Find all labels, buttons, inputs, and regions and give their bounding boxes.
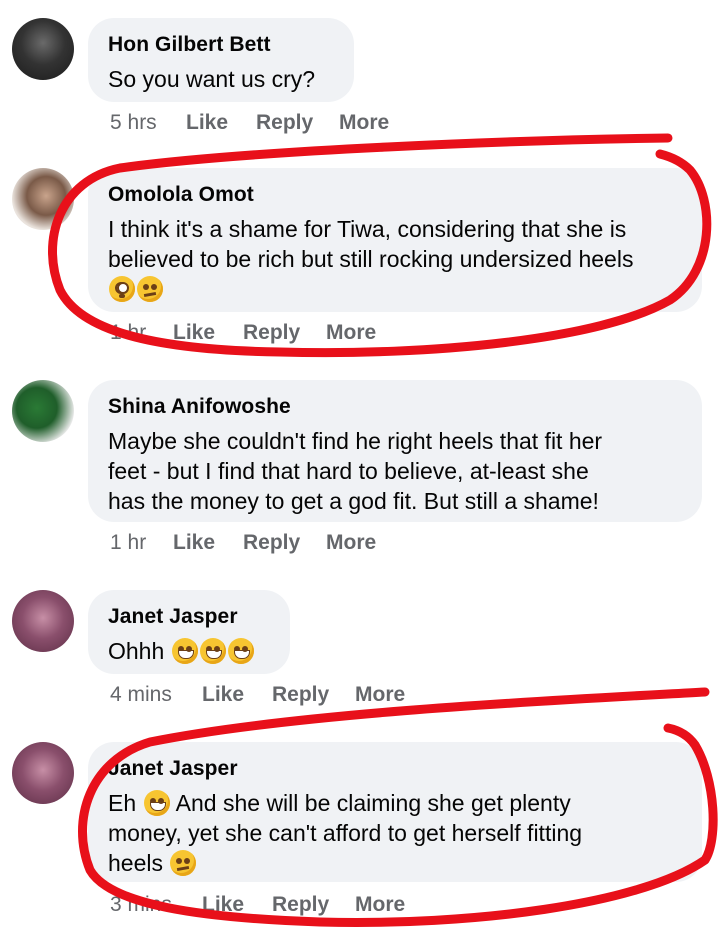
like-button[interactable]: Like bbox=[173, 531, 243, 555]
like-button[interactable]: Like bbox=[202, 893, 272, 917]
comment-author[interactable]: Hon Gilbert Bett bbox=[108, 32, 334, 58]
thinking-face-icon bbox=[137, 276, 163, 302]
comment-text-word: Eh bbox=[108, 790, 137, 816]
comment-bubble: Omolola Omot I think it's a shame for Ti… bbox=[88, 168, 702, 312]
comment-text-word: Ohhh bbox=[108, 638, 165, 664]
comment-text: So you want us cry? bbox=[108, 66, 316, 92]
grinning-sweat-icon bbox=[227, 638, 254, 664]
comment-actions: 1 hr Like Reply More bbox=[110, 321, 376, 345]
avatar[interactable] bbox=[12, 380, 74, 442]
more-button[interactable]: More bbox=[355, 683, 405, 707]
comment-actions: 4 mins Like Reply More bbox=[110, 683, 405, 707]
like-button[interactable]: Like bbox=[186, 111, 256, 135]
comment-text: Eh And she will be claiming she get plen… bbox=[108, 788, 682, 878]
comment-text-line: money, yet she can't afford to get herse… bbox=[108, 820, 583, 846]
reply-button[interactable]: Reply bbox=[272, 683, 355, 707]
avatar[interactable] bbox=[12, 168, 74, 230]
comment-time[interactable]: 5 hrs bbox=[110, 111, 186, 135]
reply-button[interactable]: Reply bbox=[243, 321, 326, 345]
grinning-sweat-icon bbox=[143, 790, 170, 816]
comment-author[interactable]: Janet Jasper bbox=[108, 604, 270, 630]
comment-bubble: Shina Anifowoshe Maybe she couldn't find… bbox=[88, 380, 702, 522]
comment-text-line: heels bbox=[108, 848, 682, 878]
comment-author[interactable]: Omolola Omot bbox=[108, 182, 682, 208]
comment-time[interactable]: 3 mins bbox=[110, 893, 202, 917]
comment-text: I think it's a shame for Tiwa, consideri… bbox=[108, 214, 682, 304]
grinning-sweat-icon bbox=[199, 638, 226, 664]
comment-actions: 5 hrs Like Reply More bbox=[110, 111, 389, 135]
comment-text-line: has the money to get a god fit. But stil… bbox=[108, 488, 599, 514]
comment-text-line: Eh And she will be claiming she get plen… bbox=[108, 788, 682, 818]
emoji-row bbox=[108, 274, 682, 304]
reply-button[interactable]: Reply bbox=[272, 893, 355, 917]
avatar[interactable] bbox=[12, 18, 74, 80]
comment-text: Ohhh bbox=[108, 636, 270, 666]
comment-time[interactable]: 1 hr bbox=[110, 531, 173, 555]
grinning-sweat-icon bbox=[171, 638, 198, 664]
comment-text-line: believed to be rich but still rocking un… bbox=[108, 246, 634, 272]
comment-bubble: Janet Jasper Eh And she will be claiming… bbox=[88, 742, 702, 882]
comment-author[interactable]: Shina Anifowoshe bbox=[108, 394, 682, 420]
comment-time[interactable]: 1 hr bbox=[110, 321, 173, 345]
avatar[interactable] bbox=[12, 590, 74, 652]
comment-time[interactable]: 4 mins bbox=[110, 683, 202, 707]
like-button[interactable]: Like bbox=[202, 683, 272, 707]
more-button[interactable]: More bbox=[326, 321, 376, 345]
more-button[interactable]: More bbox=[355, 893, 405, 917]
comment-bubble: Janet Jasper Ohhh bbox=[88, 590, 290, 674]
more-button[interactable]: More bbox=[339, 111, 389, 135]
thinking-face-icon bbox=[170, 850, 197, 876]
comment-bubble: Hon Gilbert Bett So you want us cry? bbox=[88, 18, 354, 102]
comment-text: Maybe she couldn't find he right heels t… bbox=[108, 426, 682, 516]
comment-text-line: Maybe she couldn't find he right heels t… bbox=[108, 428, 603, 454]
like-button[interactable]: Like bbox=[173, 321, 243, 345]
comment-text-line: feet - but I find that hard to believe, … bbox=[108, 458, 589, 484]
comment-author[interactable]: Janet Jasper bbox=[108, 756, 682, 782]
reply-button[interactable]: Reply bbox=[243, 531, 326, 555]
more-button[interactable]: More bbox=[326, 531, 376, 555]
avatar[interactable] bbox=[12, 742, 74, 804]
comment-text-word: heels bbox=[108, 850, 163, 876]
reply-button[interactable]: Reply bbox=[256, 111, 339, 135]
comment-text-line: I think it's a shame for Tiwa, consideri… bbox=[108, 216, 627, 242]
comment-actions: 3 mins Like Reply More bbox=[110, 893, 405, 917]
comment-text-word: And she will be claiming she get plenty bbox=[175, 790, 571, 816]
flushed-face-icon bbox=[109, 276, 135, 302]
comment-actions: 1 hr Like Reply More bbox=[110, 531, 376, 555]
